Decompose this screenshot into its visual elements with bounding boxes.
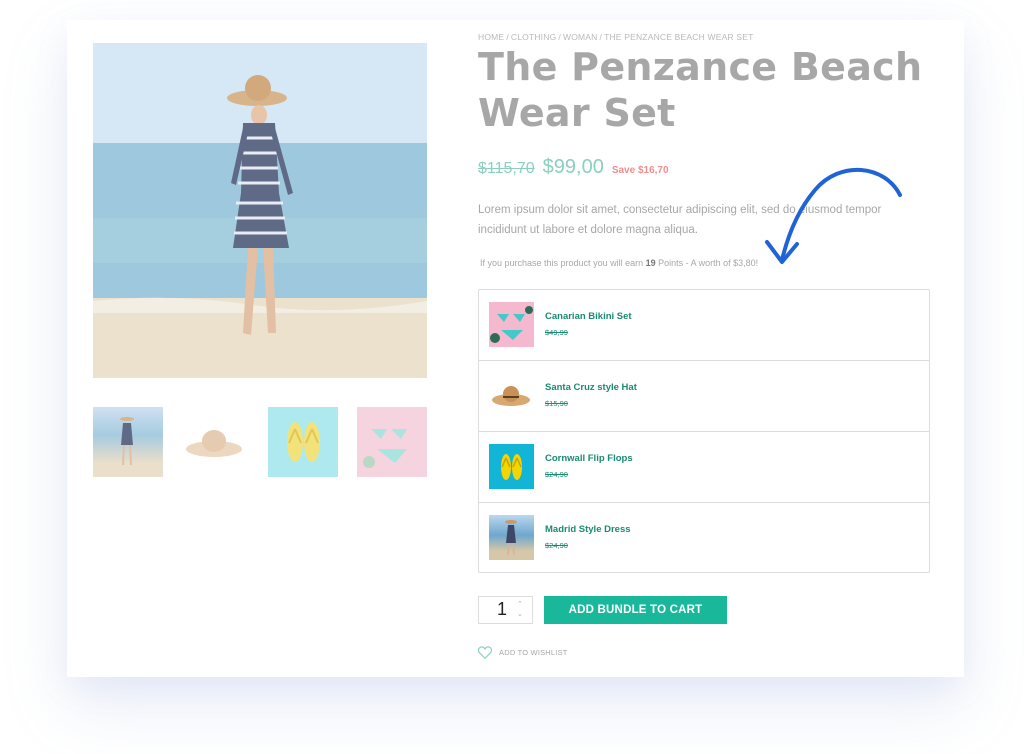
points-suffix: Points - A worth of $3,80!: [655, 258, 759, 268]
breadcrumb-separator: /: [506, 32, 509, 42]
current-price: $99,00: [542, 156, 604, 178]
breadcrumb-separator: /: [558, 32, 561, 42]
bundle-item-price: $24,90: [545, 470, 568, 479]
annotation-arrow-icon: [765, 167, 902, 264]
heart-icon: [478, 646, 492, 659]
chevron-down-icon[interactable]: ⌄: [517, 610, 523, 618]
quantity-stepper[interactable]: 1 ⌃ ⌄: [478, 596, 533, 624]
flip-flops-icon: [489, 444, 534, 489]
bundle-item-price: $24,90: [545, 541, 568, 550]
bundle-list: Canarian Bikini Set $49,99 Santa Cruz st…: [478, 289, 930, 573]
dress-thumb-icon: [120, 417, 134, 466]
hat-icon: [489, 373, 534, 418]
product-title: The Penzance Beach Wear Set: [478, 45, 923, 135]
points-count: 19: [645, 258, 656, 268]
wishlist-label: ADD TO WISHLIST: [499, 648, 568, 657]
chevron-up-icon[interactable]: ⌃: [517, 600, 523, 608]
thumbnail-flip-flops[interactable]: [268, 407, 338, 477]
thumbnail-dress[interactable]: [93, 407, 163, 477]
points-notice: If you purchase this product you will ea…: [480, 258, 758, 268]
dress-icon: [489, 515, 534, 560]
bundle-item-name[interactable]: Canarian Bikini Set: [545, 311, 632, 322]
main-product-image[interactable]: [93, 43, 427, 378]
bundle-item-hat[interactable]: Santa Cruz style Hat $15,90: [479, 361, 929, 432]
bundle-item-price: $49,99: [545, 328, 568, 337]
thumbnail-bikini[interactable]: [357, 407, 427, 477]
quantity-value[interactable]: 1: [497, 599, 507, 620]
bikini-icon: [489, 302, 534, 347]
points-prefix: If you purchase this product you will ea…: [480, 258, 646, 268]
add-bundle-to-cart-button[interactable]: ADD BUNDLE TO CART: [544, 596, 727, 624]
bundle-item-bikini[interactable]: Canarian Bikini Set $49,99: [479, 290, 929, 361]
savings-label: Save $16,70: [611, 165, 669, 176]
bundle-item-dress[interactable]: Madrid Style Dress $24,90: [479, 503, 929, 574]
bundle-item-name[interactable]: Madrid Style Dress: [545, 524, 631, 535]
breadcrumb-current: THE PENZANCE BEACH WEAR SET: [604, 32, 754, 42]
old-price: $115,70: [478, 160, 535, 177]
add-to-wishlist-link[interactable]: ADD TO WISHLIST: [478, 646, 568, 659]
bikini-thumb-icon: [363, 429, 407, 468]
bundle-item-name[interactable]: Cornwall Flip Flops: [545, 453, 633, 464]
thumbnail-strip: [93, 407, 427, 477]
thumbnail-hat[interactable]: [181, 407, 251, 477]
bundle-item-price: $15,90: [545, 399, 568, 408]
hat-thumb-icon: [186, 430, 242, 457]
breadcrumb-home[interactable]: HOME: [478, 32, 504, 42]
beach-woman-photo: [93, 43, 427, 378]
price-row: $115,70 $99,00 Save $16,70: [478, 156, 669, 179]
flip-flops-thumb-icon: [287, 422, 320, 462]
bundle-item-flip-flops[interactable]: Cornwall Flip Flops $24,90: [479, 432, 929, 503]
breadcrumb-clothing[interactable]: CLOTHING: [511, 32, 557, 42]
breadcrumb-separator: /: [599, 32, 603, 42]
bundle-item-name[interactable]: Santa Cruz style Hat: [545, 382, 637, 393]
breadcrumb-woman[interactable]: WOMAN: [563, 32, 598, 42]
breadcrumb: HOME / CLOTHING / WOMAN / THE PENZANCE BEACH W…: [478, 32, 754, 42]
